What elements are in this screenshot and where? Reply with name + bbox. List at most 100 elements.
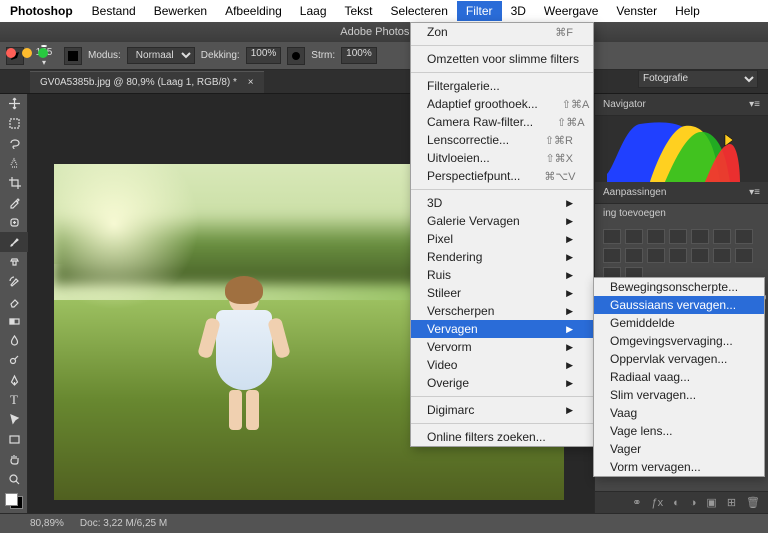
adj-photo-icon[interactable]	[625, 248, 643, 263]
doc-size[interactable]: Doc: 3,22 M/6,25 M	[80, 518, 167, 529]
menu-item-smart-filters[interactable]: Omzetten voor slimme filters	[411, 50, 593, 68]
menu-item-lens-correction[interactable]: Lenscorrectie...⇧⌘R	[411, 131, 593, 149]
adj-invert-icon[interactable]	[691, 248, 709, 263]
quick-select-tool[interactable]	[0, 153, 28, 173]
menu-item-3d[interactable]: 3D▶	[411, 194, 593, 212]
menu-item-liquify[interactable]: Uitvloeien...⇧⌘X	[411, 149, 593, 167]
link-layers-icon[interactable]: ⚭	[632, 496, 641, 509]
menu-item-browse-online[interactable]: Online filters zoeken...	[411, 428, 593, 446]
menu-item-blur[interactable]: Vervagen▶	[411, 320, 593, 338]
mask-icon[interactable]: ◐	[673, 497, 680, 509]
menu-help[interactable]: Help	[666, 1, 709, 21]
adjustments-panel-header[interactable]: Aanpassingen ▾≡	[595, 182, 768, 204]
adj-colbal-icon[interactable]	[735, 229, 753, 244]
menu-bewerken[interactable]: Bewerken	[145, 1, 216, 21]
type-tool[interactable]: T	[0, 390, 28, 410]
adj-thresh-icon[interactable]	[735, 248, 753, 263]
submenu-shape-blur[interactable]: Vorm vervagen...	[594, 458, 764, 476]
brush-panel-toggle[interactable]	[64, 47, 82, 65]
panel-menu-icon[interactable]: ▾≡	[749, 187, 760, 198]
healing-brush-tool[interactable]	[0, 213, 28, 233]
adj-curves-icon[interactable]	[647, 229, 665, 244]
menu-item-noise[interactable]: Ruis▶	[411, 266, 593, 284]
adj-brightness-icon[interactable]	[603, 229, 621, 244]
opacity-value[interactable]: 100%	[246, 47, 282, 64]
panel-menu-icon[interactable]: ▾≡	[749, 99, 760, 110]
marquee-tool[interactable]	[0, 114, 28, 134]
submenu-radial-blur[interactable]: Radiaal vaag...	[594, 368, 764, 386]
submenu-surface-blur[interactable]: Omgevingsvervaging...	[594, 332, 764, 350]
pen-tool[interactable]	[0, 371, 28, 391]
hand-tool[interactable]	[0, 450, 28, 470]
menu-afbeelding[interactable]: Afbeelding	[216, 1, 291, 21]
gradient-tool[interactable]	[0, 311, 28, 331]
submenu-blur-more[interactable]: Vager	[594, 440, 764, 458]
submenu-box-blur[interactable]: Oppervlak vervagen...	[594, 350, 764, 368]
zoom-window-button[interactable]	[38, 48, 48, 58]
menu-item-render[interactable]: Rendering▶	[411, 248, 593, 266]
menu-item-last-filter[interactable]: Zon ⌘F	[411, 23, 593, 41]
adj-chmix-icon[interactable]	[647, 248, 665, 263]
eraser-tool[interactable]	[0, 292, 28, 312]
adj-vibrance-icon[interactable]	[691, 229, 709, 244]
menu-item-blur-gallery[interactable]: Galerie Vervagen▶	[411, 212, 593, 230]
menu-3d[interactable]: 3D	[502, 1, 535, 21]
menu-item-distort[interactable]: Vervorm▶	[411, 338, 593, 356]
menu-item-vanishing-point[interactable]: Perspectiefpunt...⌘⌥V	[411, 167, 593, 185]
zoom-level[interactable]: 80,89%	[30, 518, 64, 529]
menu-item-video[interactable]: Video▶	[411, 356, 593, 374]
shape-tool[interactable]	[0, 430, 28, 450]
history-brush-tool[interactable]	[0, 272, 28, 292]
menu-tekst[interactable]: Tekst	[336, 1, 382, 21]
group-icon[interactable]: ▣	[706, 496, 716, 509]
adj-hue-icon[interactable]	[713, 229, 731, 244]
menu-item-filter-gallery[interactable]: Filtergalerie...	[411, 77, 593, 95]
submenu-average[interactable]: Gemiddelde	[594, 314, 764, 332]
path-select-tool[interactable]	[0, 410, 28, 430]
brush-tool[interactable]	[0, 232, 28, 252]
menu-item-sharpen[interactable]: Verscherpen▶	[411, 302, 593, 320]
menu-selecteren[interactable]: Selecteren	[382, 1, 457, 21]
close-window-button[interactable]	[6, 48, 16, 58]
menu-laag[interactable]: Laag	[291, 1, 336, 21]
menu-item-stylize[interactable]: Stileer▶	[411, 284, 593, 302]
adj-post-icon[interactable]	[713, 248, 731, 263]
close-icon[interactable]: ×	[248, 77, 254, 88]
blend-mode-select[interactable]: Normaal	[127, 47, 195, 64]
adj-lookup-icon[interactable]	[669, 248, 687, 263]
menu-item-adaptive-wide[interactable]: Adaptief groothoek...⇧⌘A	[411, 95, 593, 113]
blur-tool[interactable]	[0, 331, 28, 351]
eyedropper-tool[interactable]	[0, 193, 28, 213]
crop-tool[interactable]	[0, 173, 28, 193]
workspace-switcher[interactable]: Fotografie	[638, 68, 758, 88]
flow-value[interactable]: 100%	[341, 47, 377, 64]
dodge-tool[interactable]	[0, 351, 28, 371]
new-layer-icon[interactable]: ⊞	[727, 496, 736, 509]
submenu-blur[interactable]: Vaag	[594, 404, 764, 422]
menu-filter[interactable]: Filter	[457, 1, 502, 21]
submenu-motion-blur[interactable]: Bewegingsonscherpte...	[594, 278, 764, 296]
minimize-window-button[interactable]	[22, 48, 32, 58]
menu-bestand[interactable]: Bestand	[83, 1, 145, 21]
menu-item-pixelate[interactable]: Pixel▶	[411, 230, 593, 248]
color-swatch[interactable]	[5, 493, 23, 509]
adj-bw-icon[interactable]	[603, 248, 621, 263]
zoom-tool[interactable]	[0, 469, 28, 489]
adjustment-layer-icon[interactable]: ◑	[690, 497, 697, 509]
document-tab[interactable]: GV0A5385b.jpg @ 80,9% (Laag 1, RGB/8) * …	[30, 71, 264, 93]
menu-item-camera-raw[interactable]: Camera Raw-filter...⇧⌘A	[411, 113, 593, 131]
fx-icon[interactable]: ƒx	[651, 497, 663, 509]
adj-exposure-icon[interactable]	[669, 229, 687, 244]
move-tool[interactable]	[0, 94, 28, 114]
submenu-lens-blur[interactable]: Vage lens...	[594, 422, 764, 440]
lasso-tool[interactable]	[0, 134, 28, 154]
opacity-pressure-toggle[interactable]	[287, 47, 305, 65]
submenu-smart-blur[interactable]: Slim vervagen...	[594, 386, 764, 404]
foreground-color[interactable]	[5, 493, 18, 506]
trash-icon[interactable]: 🗑	[746, 496, 760, 509]
menu-weergave[interactable]: Weergave	[535, 1, 607, 21]
clone-stamp-tool[interactable]	[0, 252, 28, 272]
navigator-panel-header[interactable]: Navigator ▾≡	[595, 94, 768, 116]
submenu-gaussian-blur[interactable]: Gaussiaans vervagen...	[594, 296, 764, 314]
menu-item-other[interactable]: Overige▶	[411, 374, 593, 392]
